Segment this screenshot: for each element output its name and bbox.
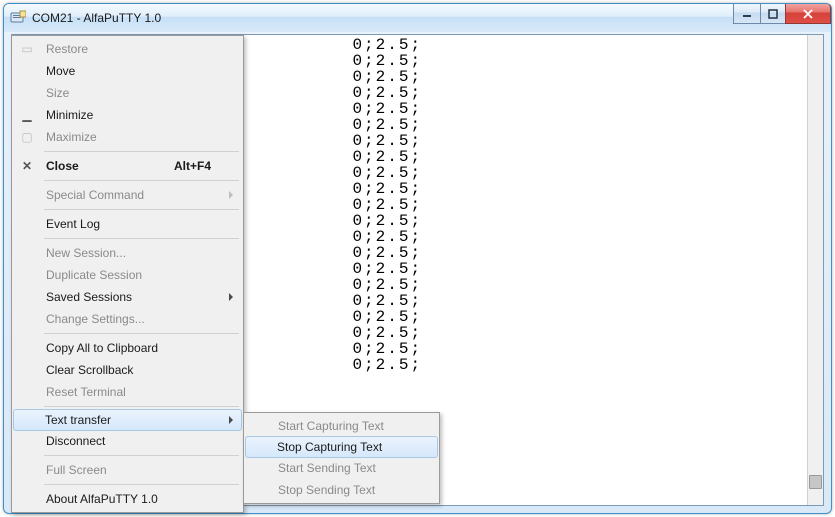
menu-disconnect[interactable]: Disconnect: [14, 430, 241, 452]
submenu-stop-sending[interactable]: Stop Sending Text: [246, 479, 437, 501]
menu-full-screen[interactable]: Full Screen: [14, 459, 241, 481]
app-icon: [10, 10, 26, 26]
minimize-button[interactable]: [733, 4, 761, 24]
menu-saved-sessions[interactable]: Saved Sessions: [14, 286, 241, 308]
menu-restore[interactable]: ▭Restore: [14, 38, 241, 60]
maximize-button[interactable]: [760, 4, 786, 24]
submenu-start-sending[interactable]: Start Sending Text: [246, 457, 437, 479]
menu-size[interactable]: Size: [14, 82, 241, 104]
window-controls: [734, 4, 831, 24]
maximize-icon: ▢: [20, 130, 34, 144]
menu-separator: [44, 238, 239, 239]
text-transfer-submenu: Start Capturing Text Stop Capturing Text…: [243, 412, 440, 504]
menu-minimize[interactable]: ▁Minimize: [14, 104, 241, 126]
menu-new-session[interactable]: New Session...: [14, 242, 241, 264]
submenu-start-capturing[interactable]: Start Capturing Text: [246, 415, 437, 437]
menu-text-transfer[interactable]: Text transfer: [13, 409, 242, 431]
system-menu: ▭Restore Move Size ▁Minimize ▢Maximize ✕…: [11, 35, 244, 513]
menu-reset-terminal[interactable]: Reset Terminal: [14, 381, 241, 403]
menu-separator: [44, 180, 239, 181]
menu-clear-scrollback[interactable]: Clear Scrollback: [14, 359, 241, 381]
menu-move[interactable]: Move: [14, 60, 241, 82]
scrollbar[interactable]: [807, 35, 823, 505]
submenu-stop-capturing[interactable]: Stop Capturing Text: [245, 436, 438, 458]
minimize-icon: ▁: [20, 108, 34, 122]
menu-close[interactable]: ✕CloseAlt+F4: [14, 155, 241, 177]
app-window: COM21 - AlfaPuTTY 1.0 0;2.5; 0;2.5; 0;2.…: [3, 3, 832, 514]
menu-separator: [44, 406, 239, 407]
window-title: COM21 - AlfaPuTTY 1.0: [32, 11, 161, 25]
chevron-right-icon: [229, 293, 233, 301]
menu-separator: [44, 209, 239, 210]
menu-change-settings[interactable]: Change Settings...: [14, 308, 241, 330]
menu-duplicate-session[interactable]: Duplicate Session: [14, 264, 241, 286]
menu-separator: [44, 455, 239, 456]
close-icon: ✕: [20, 159, 34, 173]
scrollbar-thumb[interactable]: [809, 475, 822, 489]
menu-separator: [44, 333, 239, 334]
menu-maximize[interactable]: ▢Maximize: [14, 126, 241, 148]
chevron-right-icon: [229, 191, 233, 199]
menu-event-log[interactable]: Event Log: [14, 213, 241, 235]
menu-separator: [44, 151, 239, 152]
menu-copy-all[interactable]: Copy All to Clipboard: [14, 337, 241, 359]
restore-icon: ▭: [20, 42, 34, 56]
menu-separator: [44, 484, 239, 485]
close-button[interactable]: [785, 4, 831, 24]
close-shortcut: Alt+F4: [174, 159, 211, 173]
chevron-right-icon: [229, 416, 233, 424]
titlebar[interactable]: COM21 - AlfaPuTTY 1.0: [4, 4, 831, 32]
menu-about[interactable]: About AlfaPuTTY 1.0: [14, 488, 241, 510]
menu-special-command[interactable]: Special Command: [14, 184, 241, 206]
